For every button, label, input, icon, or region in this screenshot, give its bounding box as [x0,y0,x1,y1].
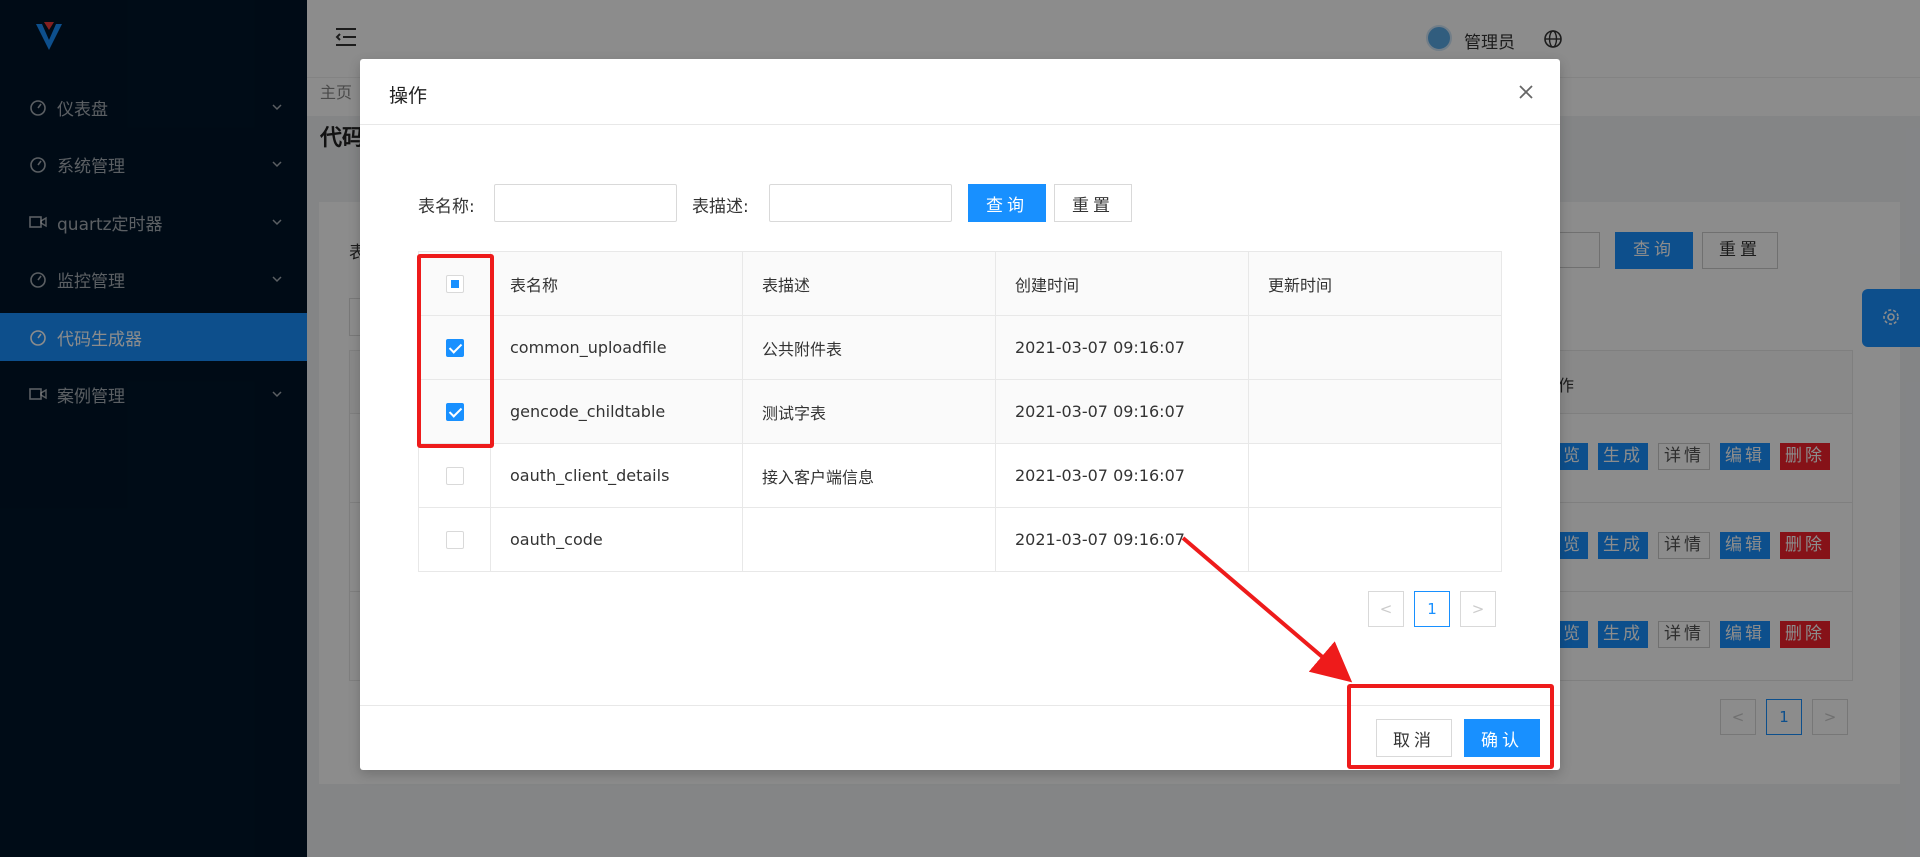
annotation-arrow [1181,536,1353,683]
